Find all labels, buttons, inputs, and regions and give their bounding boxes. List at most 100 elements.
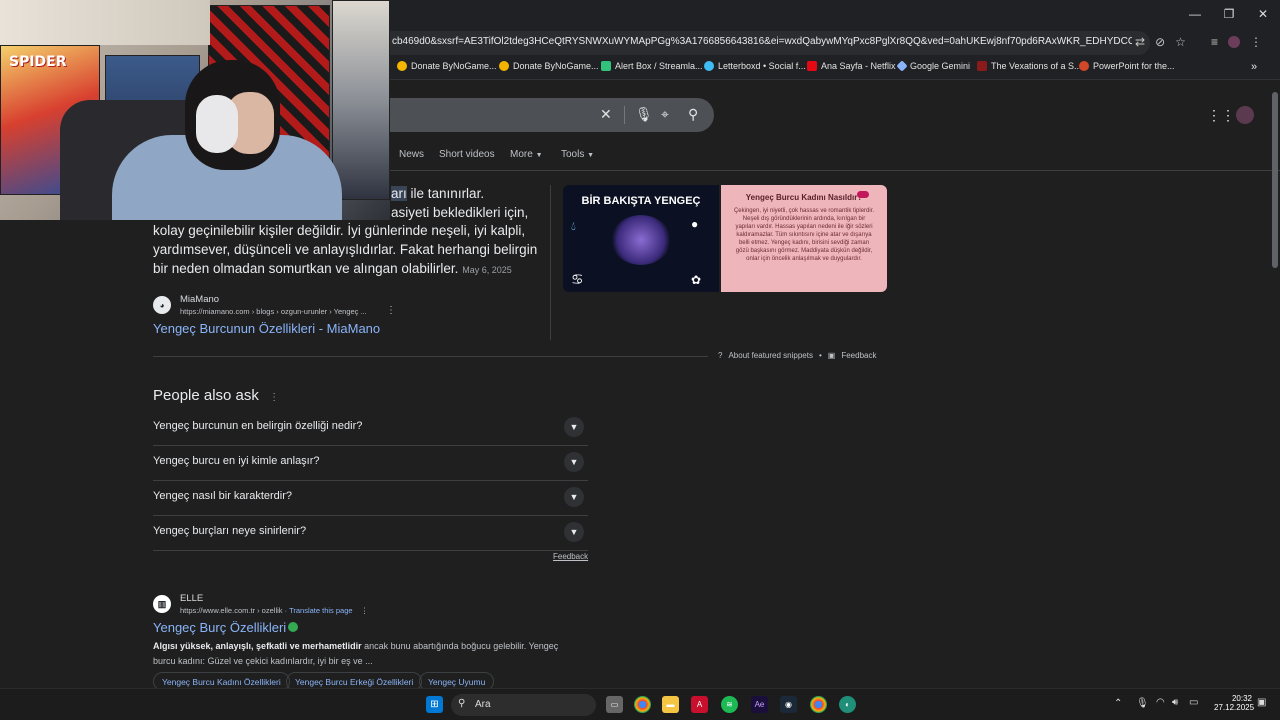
caret-down-icon: ▼ (535, 152, 543, 159)
star-icon[interactable]: ☆ (1175, 35, 1186, 49)
app-icon[interactable]: ◐ (839, 696, 856, 713)
paa-question[interactable]: Yengeç burcunun en belirgin özelliği ned… (153, 411, 588, 446)
question-icon: ? (718, 351, 723, 360)
taskbar-search-label: Ara (475, 699, 491, 710)
file-explorer-icon[interactable]: ▬ (662, 696, 679, 713)
more-options-icon[interactable]: ⋮ (269, 392, 279, 403)
source-url: https://miamano.com › blogs › ozgun-urun… (180, 307, 367, 316)
close-button[interactable]: ✕ (1246, 0, 1280, 28)
bookmark-favicon-icon (499, 61, 509, 71)
search-box[interactable]: ✕ 🎙︎ ⌖ ⚲ (380, 98, 714, 132)
app-icon[interactable]: A (691, 696, 708, 713)
chevron-down-icon[interactable]: ▼ (564, 487, 584, 507)
profile-icon[interactable] (1228, 36, 1241, 48)
bookmark-favicon-icon (977, 61, 987, 71)
scrollbar[interactable] (1272, 92, 1278, 268)
spotify-icon[interactable]: ≋ (721, 696, 738, 713)
bookmark-favicon-icon (807, 61, 817, 71)
snippet-image-cancer[interactable]: BİR BAKIŞTA YENGEÇ 💧︎ ● ♋︎ ✿ (563, 185, 719, 292)
search-icon[interactable]: ⚲ (688, 106, 698, 123)
clock[interactable]: 20:32 27.12.2025 (1214, 694, 1254, 712)
apps-grid-icon[interactable]: ⋮⋮ (1207, 107, 1235, 124)
chevron-down-icon[interactable]: ▼ (564, 522, 584, 542)
translate-icon[interactable]: ⇄ (1135, 35, 1145, 49)
battery-icon[interactable]: ▭ (1189, 697, 1198, 708)
poster-image (332, 0, 390, 200)
bookmark-item[interactable]: The Vexations of a S... (977, 61, 1082, 71)
bookmark-favicon-icon (896, 60, 908, 72)
elle-favicon-icon: ▥ (153, 595, 171, 613)
chrome-icon[interactable] (634, 696, 651, 713)
notification-icon[interactable]: ▣ (1257, 697, 1266, 708)
webcam-overlay: SPIDER (0, 0, 390, 220)
bookmark-favicon-icon (1079, 61, 1089, 71)
snippet-divider (153, 356, 708, 357)
snippet-line: yardımsever, düşünceli ve anlayışlıdırla… (153, 242, 538, 257)
snippet-image-women[interactable]: Yengeç Burcu Kadını Nasıldır? Çekingen, … (721, 185, 887, 292)
steam-icon[interactable]: ◉ (780, 696, 797, 713)
about-snippets-link[interactable]: About featured snippets (728, 351, 813, 360)
reading-list-icon[interactable]: ≡ (1211, 35, 1218, 49)
volume-icon[interactable]: 🔊︎ (1172, 697, 1178, 708)
bookmark-item[interactable]: Google Gemini (896, 60, 970, 72)
minimize-button[interactable]: — (1178, 0, 1212, 28)
maximize-button[interactable]: ❐ (1212, 0, 1246, 28)
bookmark-item[interactable]: Donate ByNoGame... (499, 61, 599, 71)
windows-start-icon[interactable]: ⊞ (426, 696, 443, 713)
chevron-down-icon[interactable]: ▼ (564, 417, 584, 437)
result-link[interactable]: Yengeç Burcunun Özellikleri - MiaMano (153, 321, 380, 336)
tab-news[interactable]: News (399, 149, 424, 160)
bookmark-favicon-icon (601, 61, 611, 71)
vertical-divider (550, 185, 551, 340)
taskbar-search[interactable]: ⚲ Ara (451, 694, 596, 716)
translate-link[interactable]: Translate this page (289, 606, 353, 615)
chrome-profile-icon[interactable] (810, 696, 827, 713)
eye-off-icon[interactable]: ⊘ (1155, 35, 1165, 49)
search-icon: ⚲ (458, 698, 466, 709)
tab-tools[interactable]: Tools ▼ (561, 149, 594, 160)
clear-icon[interactable]: ✕ (600, 106, 612, 123)
paa-title: People also ask ⋮ (153, 387, 280, 404)
image-text: Çekingen, iyi niyetli, çok hassas ve rom… (733, 208, 875, 262)
menu-dots-icon[interactable]: ⋮ (1250, 35, 1262, 49)
paa-feedback-link[interactable]: Feedback (553, 552, 588, 561)
tab-short-videos[interactable]: Short videos (439, 149, 495, 160)
task-view-icon[interactable]: ▭ (606, 696, 623, 713)
flower-icon: ✿ (691, 273, 702, 287)
bookmark-item[interactable]: Donate ByNoGame... (397, 61, 497, 71)
bookmark-item[interactable]: Letterboxd • Social f... (704, 61, 806, 71)
moon-icon: ● (691, 217, 699, 231)
result-description: Algısı yüksek, anlayışlı, şefkatli ve me… (153, 641, 559, 651)
more-options-icon[interactable]: ⋮ (386, 305, 396, 316)
address-bar[interactable]: cb469d0&sxsrf=AE3TifOl2tdeg3HCeQtRYSNWXu… (380, 31, 1150, 55)
bookmark-item[interactable]: Ana Sayfa - Netflix (807, 61, 896, 71)
paa-question[interactable]: Yengeç nasıl bir karakterdir? ▼ (153, 481, 588, 516)
window-controls: — ❐ ✕ (1178, 0, 1280, 28)
mic-icon[interactable]: 🎙︎ (1136, 698, 1149, 709)
feedback-link[interactable]: Feedback (841, 351, 876, 360)
bookmark-item[interactable]: Alert Box / Streamla... (601, 61, 703, 71)
tabs-divider (380, 170, 1280, 171)
result-link[interactable]: Yengeç Burç Özellikleri (153, 620, 299, 635)
avatar[interactable] (1236, 106, 1254, 124)
chevron-down-icon[interactable]: ▼ (564, 452, 584, 472)
more-options-icon[interactable]: ⋮ (361, 606, 369, 615)
after-effects-icon[interactable]: Ae (751, 696, 768, 713)
tab-more[interactable]: More ▼ (510, 149, 543, 160)
lens-icon[interactable]: ⌖ (661, 106, 669, 123)
water-drop-icon: 💧︎ (571, 219, 576, 233)
cancer-symbol-icon: ♋︎ (571, 271, 584, 287)
paa-question[interactable]: Yengeç burçları neye sinirlenir? ▼ (153, 516, 588, 551)
tray-chevron-icon[interactable]: ⌃ (1114, 698, 1122, 709)
wall (0, 0, 210, 45)
source-name: MiaMano (180, 294, 220, 305)
source-name: ELLE (180, 593, 204, 604)
bookmarks-overflow-icon[interactable]: » (1251, 61, 1257, 73)
snippet-line: bir neden olmadan somurtkan ve alıngan o… (153, 261, 512, 276)
miamano-favicon-icon: ◕ (153, 296, 171, 314)
bookmark-item[interactable]: PowerPoint for the... (1079, 61, 1175, 71)
snippet-line: kolay geçinilebilir kişiler değildir. İy… (153, 223, 526, 238)
mic-icon[interactable]: 🎙︎ (635, 106, 653, 123)
paa-question[interactable]: Yengeç burcu en iyi kimle anlaşır? ▼ (153, 446, 588, 481)
wifi-icon[interactable]: ◠ (1156, 697, 1165, 708)
